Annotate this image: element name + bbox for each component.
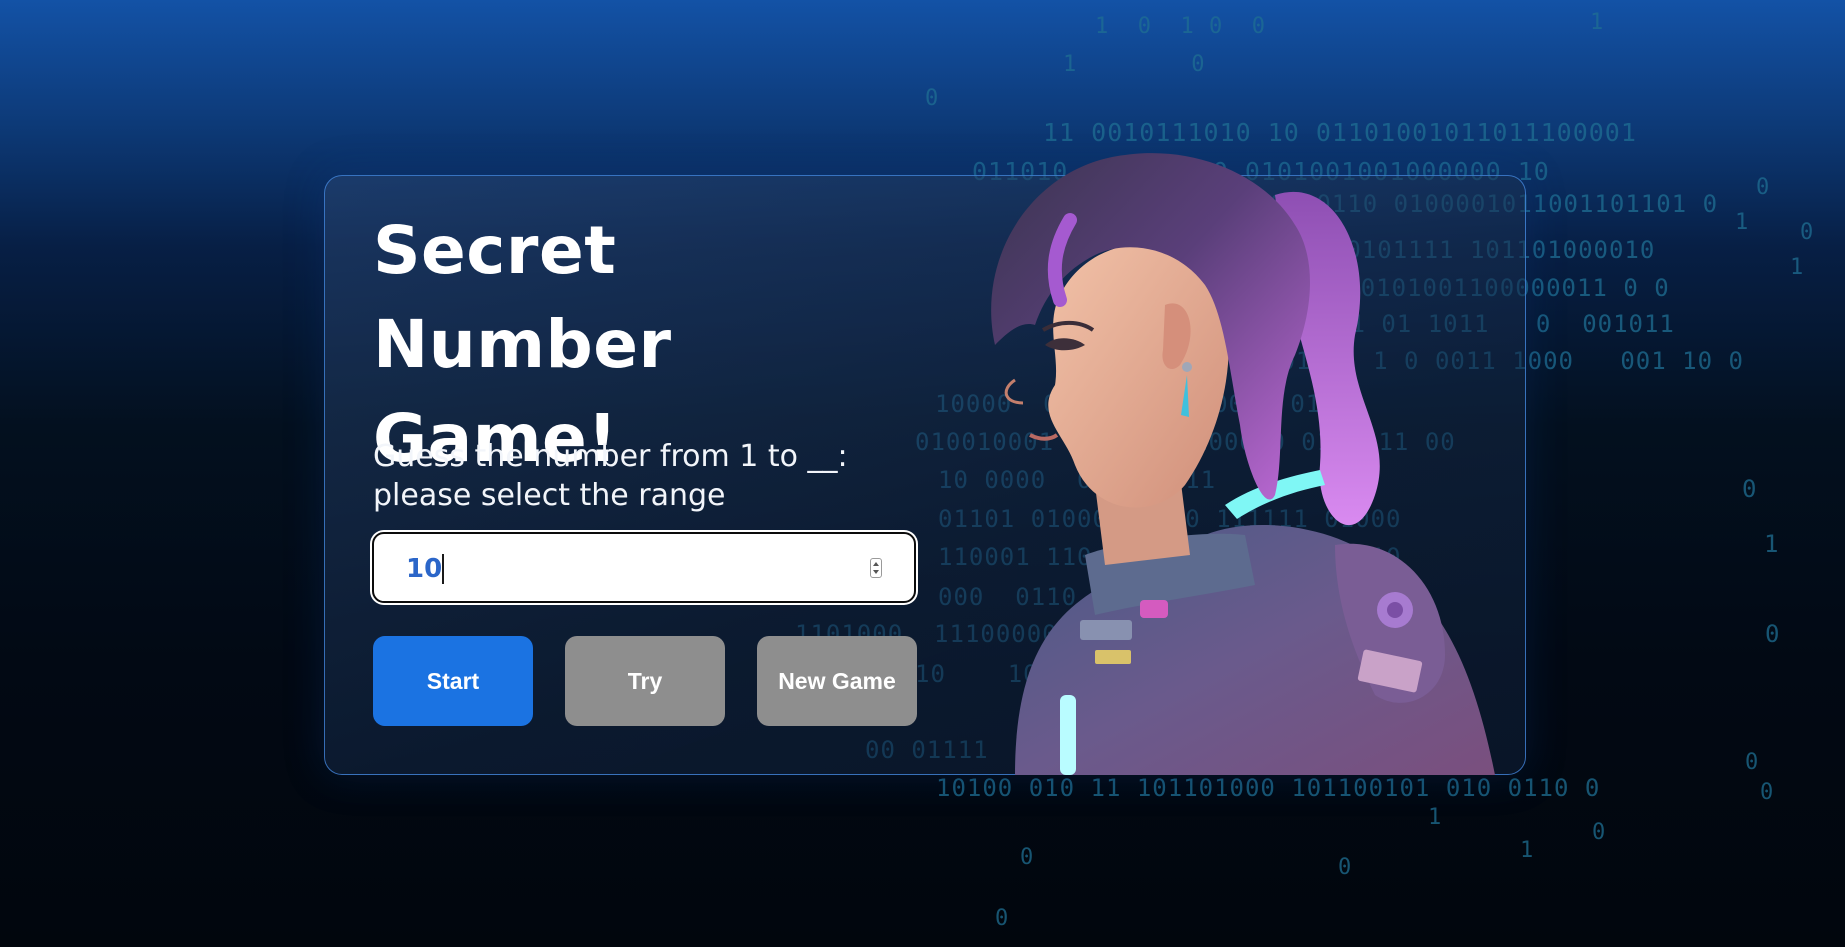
binary-line: 1 0 [1063, 52, 1206, 77]
stepper-up-icon[interactable] [873, 562, 879, 566]
stepper-down-icon[interactable] [873, 570, 879, 574]
binary-line: 0 [925, 86, 940, 111]
range-prompt: Guess the number from 1 to __: please se… [373, 439, 848, 513]
binary-digit: 0 [995, 906, 1010, 931]
binary-line: 10100 010 11 101101000 101100101 010 011… [936, 774, 1601, 802]
binary-digit: 0 [1760, 780, 1775, 805]
binary-digit: 0 [1020, 845, 1035, 870]
character-illustration [991, 153, 1495, 775]
binary-digit: 0 [1756, 175, 1771, 200]
binary-digit: 0 [1742, 475, 1758, 503]
number-stepper-icon[interactable] [870, 558, 882, 578]
new-game-button[interactable]: New Game [757, 636, 917, 726]
range-input[interactable] [404, 544, 828, 594]
binary-digit: 0 [1765, 620, 1781, 648]
binary-digit: 1 [1735, 210, 1750, 235]
binary-digit: 1 [1428, 805, 1443, 830]
binary-line: 1 0 1 0 0 [1095, 14, 1266, 39]
binary-digit: 1 [1590, 10, 1605, 35]
binary-digit: 0 [1592, 820, 1607, 845]
binary-digit: 1 [1764, 530, 1780, 558]
binary-digit: 0 [1745, 750, 1760, 775]
range-input-container[interactable] [372, 532, 916, 603]
binary-digit: 0 [1800, 220, 1815, 245]
binary-digit: 1 [1520, 838, 1535, 863]
binary-digit: 0 [1338, 855, 1353, 880]
start-button[interactable]: Start [373, 636, 533, 726]
try-button[interactable]: Try [565, 636, 725, 726]
text-caret [442, 554, 444, 584]
binary-digit: 1 [1790, 255, 1805, 280]
